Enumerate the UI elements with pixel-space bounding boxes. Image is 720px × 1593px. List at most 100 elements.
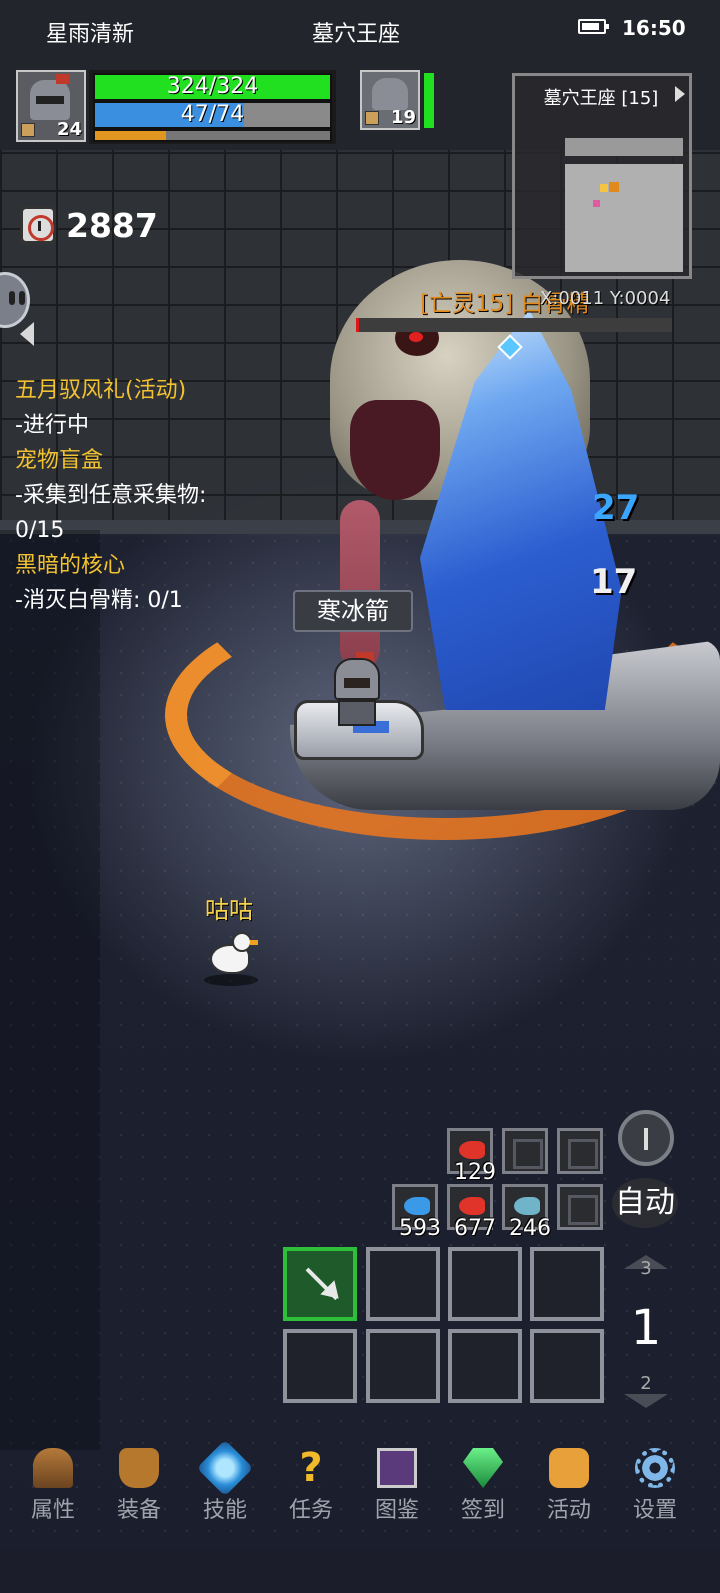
- nav-label: 装备: [116, 1498, 161, 1523]
- nav-label: 属性: [30, 1498, 75, 1523]
- skill-slot-ice-arrow[interactable]: [283, 1247, 357, 1321]
- pause-toggle-button[interactable]: [618, 1110, 674, 1166]
- companion-face: [372, 78, 408, 110]
- item-quantity: 677: [454, 1216, 496, 1241]
- nav-label: 技能: [202, 1498, 247, 1523]
- teal-fish-icon: [514, 1197, 540, 1215]
- minimap-player-marker: [600, 184, 608, 192]
- status-center-text: 墓穴王座: [312, 22, 401, 47]
- nav-label: 任务: [288, 1498, 333, 1523]
- skill-slot-empty[interactable]: [448, 1329, 522, 1403]
- consumable-slot[interactable]: 246: [502, 1184, 551, 1241]
- quest-progress: 0/15: [15, 518, 65, 543]
- item-quantity: 129: [454, 1160, 496, 1185]
- boss-hp-bar: [356, 318, 672, 332]
- ice-arrow-skill-icon: [301, 1263, 341, 1303]
- skill-slot-empty[interactable]: [448, 1247, 522, 1321]
- consumable-slot[interactable]: 677: [447, 1184, 496, 1241]
- player-stat-bars: 324/324 47/74: [89, 70, 336, 144]
- nav-equipment[interactable]: 装备: [96, 1440, 182, 1524]
- consumable-slot-empty[interactable]: [557, 1184, 603, 1230]
- quest-title[interactable]: 宠物盲盒: [15, 443, 206, 478]
- quest-progress: -采集到任意采集物:: [15, 483, 207, 508]
- companion-hp-bar: [424, 73, 434, 128]
- gem-icon: [463, 1448, 503, 1488]
- skill-slot-empty[interactable]: [530, 1329, 604, 1403]
- hp-bar: 324/324: [93, 73, 332, 101]
- pet-chicken[interactable]: [206, 930, 258, 978]
- minimap[interactable]: 墓穴王座 [15]: [512, 73, 692, 279]
- red-fish-icon: [459, 1197, 485, 1215]
- boss-mouth: [350, 400, 440, 500]
- player-visor: [36, 96, 64, 104]
- map-coordinates: X:0011 Y:0004: [540, 288, 671, 309]
- blue-fish-icon: [404, 1197, 430, 1215]
- skill-cast-label: 寒冰箭: [293, 590, 413, 632]
- skill-page-next-number: 2: [640, 1373, 652, 1394]
- damage-number-blue: 27: [592, 488, 640, 528]
- skill-page-prev-number: 3: [640, 1258, 652, 1279]
- skill-slot-empty[interactable]: [283, 1329, 357, 1403]
- nav-settings[interactable]: 设置: [612, 1440, 698, 1524]
- damage-number-white: 17: [590, 562, 638, 602]
- nav-label: 签到: [460, 1498, 505, 1523]
- quest-progress: -进行中: [15, 413, 89, 438]
- mp-text: 47/74: [180, 102, 245, 127]
- companion-hp-fill: [424, 73, 434, 128]
- nav-label: 设置: [632, 1498, 677, 1523]
- companion-avatar[interactable]: 19: [360, 70, 420, 130]
- mp-bar: 47/74: [93, 101, 332, 129]
- nav-attributes[interactable]: 属性: [10, 1440, 96, 1524]
- nav-label: 图鉴: [374, 1498, 419, 1523]
- player-level: 24: [56, 119, 82, 140]
- chicken-beak: [250, 940, 258, 945]
- skill-page-current: 1: [630, 1300, 662, 1356]
- item-quantity: 246: [509, 1216, 551, 1241]
- companion-level: 19: [390, 107, 416, 128]
- nav-skills[interactable]: 技能: [182, 1439, 268, 1524]
- gear-icon: [635, 1448, 675, 1488]
- pet-name: 咕咕: [205, 896, 253, 924]
- skill-slot-empty[interactable]: [366, 1247, 440, 1321]
- timer-value: 2887: [66, 206, 158, 245]
- level-badge-icon: [21, 123, 35, 137]
- collapse-quest-arrow-icon[interactable]: [20, 322, 34, 346]
- quest-progress: -消灭白骨精: 0/1: [15, 588, 183, 613]
- boss-hp-fill: [356, 318, 360, 332]
- auto-battle-button[interactable]: 自动: [612, 1178, 678, 1228]
- floor-shadow-column: [0, 530, 100, 1450]
- nav-quests[interactable]: ? 任务: [268, 1440, 354, 1524]
- system-nav-strip: [0, 1548, 720, 1593]
- nav-events[interactable]: 活动: [526, 1440, 612, 1524]
- minimap-boss-marker: [609, 182, 619, 192]
- consumable-slot-empty[interactable]: [557, 1128, 603, 1174]
- smile-icon: [549, 1448, 589, 1488]
- item-quantity: 593: [399, 1216, 441, 1241]
- consumable-slot[interactable]: 593: [392, 1184, 441, 1241]
- skill-crystal-icon: [196, 1439, 254, 1497]
- consumable-slot[interactable]: 129: [447, 1128, 496, 1185]
- bag-icon: [119, 1448, 159, 1488]
- hp-text: 324/324: [166, 74, 259, 99]
- red-fish-icon: [459, 1141, 485, 1159]
- consumable-slot-empty[interactable]: [502, 1128, 548, 1174]
- minimap-room-main: [565, 164, 683, 272]
- player-character[interactable]: [330, 652, 384, 726]
- status-time: 16:50: [622, 16, 686, 40]
- minimap-expand-icon[interactable]: [675, 86, 685, 102]
- nav-checkin[interactable]: 签到: [440, 1440, 526, 1524]
- player-plume: [56, 74, 70, 84]
- quest-tracker[interactable]: 五月驭风礼(活动) -进行中 宠物盲盒 -采集到任意采集物: 0/15 黑暗的核…: [15, 373, 206, 618]
- player-avatar[interactable]: 24: [16, 70, 86, 142]
- question-icon: ?: [299, 1445, 323, 1491]
- skill-slot-empty[interactable]: [530, 1247, 604, 1321]
- helmet-icon: [33, 1448, 73, 1488]
- quest-title[interactable]: 五月驭风礼(活动): [15, 373, 206, 408]
- xp-bar: [93, 129, 332, 142]
- status-bar: 星雨清新 墓穴王座 16:50: [0, 0, 720, 56]
- quest-title[interactable]: 黑暗的核心: [15, 548, 206, 583]
- knight-helmet: [334, 658, 380, 700]
- nav-codex[interactable]: 图鉴: [354, 1440, 440, 1524]
- book-icon: [377, 1448, 417, 1488]
- skill-slot-empty[interactable]: [366, 1329, 440, 1403]
